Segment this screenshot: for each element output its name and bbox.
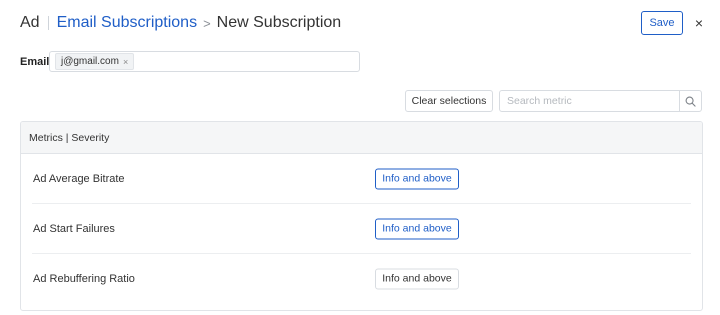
breadcrumb-divider xyxy=(47,16,49,30)
table-row: Ad Average Bitrate Info and above xyxy=(32,154,691,204)
breadcrumb-root: Ad xyxy=(20,14,40,31)
search-box xyxy=(499,90,702,112)
severity-button[interactable]: Info and above xyxy=(375,268,459,289)
email-label: Email xyxy=(20,56,50,68)
breadcrumb: Ad Email Subscriptions > New Subscriptio… xyxy=(20,12,341,34)
metric-name: Ad Start Failures xyxy=(33,222,115,235)
table-row: Ad Rebuffering Ratio Info and above xyxy=(32,254,691,303)
email-field[interactable]: j@gmail.com × xyxy=(49,51,360,72)
breadcrumb-arrow: > xyxy=(203,15,211,31)
search-icon xyxy=(685,96,696,107)
table-header: Metrics | Severity xyxy=(21,122,702,154)
chip-remove-icon[interactable]: × xyxy=(123,57,128,67)
save-button[interactable]: Save xyxy=(641,11,683,35)
severity-button[interactable]: Info and above xyxy=(375,218,459,239)
search-button[interactable] xyxy=(679,91,701,111)
page-title: New Subscription xyxy=(216,14,342,31)
breadcrumb-link-email-subscriptions[interactable]: Email Subscriptions xyxy=(57,14,198,32)
search-input[interactable] xyxy=(500,91,679,111)
metric-name: Ad Rebuffering Ratio xyxy=(33,272,135,285)
clear-selections-button[interactable]: Clear selections xyxy=(405,90,493,112)
email-chip-value: j@gmail.com xyxy=(61,56,119,67)
email-chip: j@gmail.com × xyxy=(55,53,135,70)
severity-button[interactable]: Info and above xyxy=(375,168,459,189)
close-icon[interactable]: × xyxy=(691,11,707,35)
metric-name: Ad Average Bitrate xyxy=(33,172,125,185)
table-row: Ad Start Failures Info and above xyxy=(32,204,691,254)
metrics-table: Metrics | Severity Ad Average Bitrate In… xyxy=(20,121,703,311)
